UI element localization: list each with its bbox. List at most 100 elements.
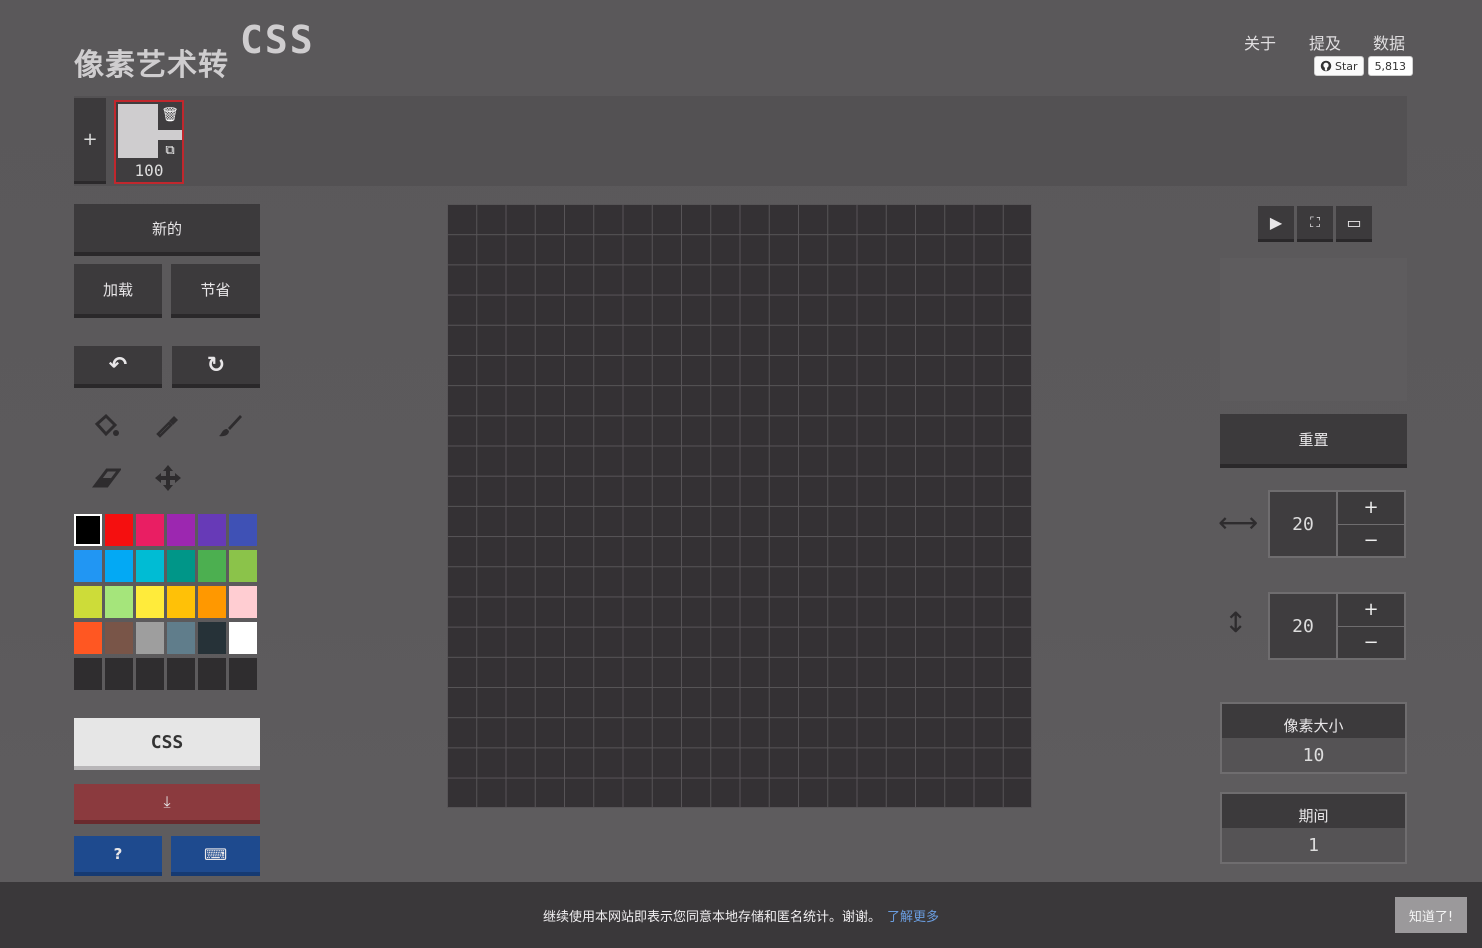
cookie-accept-button[interactable]: 知道了! xyxy=(1395,897,1467,933)
github-star-count[interactable]: 5,813 xyxy=(1367,56,1414,76)
keyboard-icon: ⌨ xyxy=(203,844,228,864)
undo-icon: ↶ xyxy=(108,352,128,378)
color-swatch[interactable] xyxy=(136,622,164,654)
reset-button[interactable]: 重置 xyxy=(1220,414,1407,468)
color-swatch[interactable] xyxy=(167,658,195,690)
color-swatch[interactable] xyxy=(74,550,102,582)
color-swatch[interactable] xyxy=(105,514,133,546)
duplicate-icon[interactable]: ⧉ xyxy=(160,140,180,160)
height-stepper: 20 + − xyxy=(1268,592,1406,660)
github-star-button[interactable]: Star xyxy=(1314,56,1364,76)
color-swatch[interactable] xyxy=(105,622,133,654)
play-button[interactable]: ▶ xyxy=(1258,206,1294,242)
nav-mentions[interactable]: 提及 xyxy=(1309,30,1341,54)
eyedropper-tool[interactable] xyxy=(148,406,188,446)
play-icon: ▶ xyxy=(1269,213,1283,232)
width-stepper: 20 + − xyxy=(1268,490,1406,558)
color-swatch[interactable] xyxy=(167,514,195,546)
fit-icon: ⛶ xyxy=(1310,214,1320,231)
eraser-tool[interactable] xyxy=(86,458,126,498)
eraser-icon xyxy=(92,468,121,488)
pixel-size-value[interactable]: 10 xyxy=(1222,738,1405,772)
nav-data[interactable]: 数据 xyxy=(1373,30,1405,54)
width-arrows-icon: ⟷ xyxy=(1218,506,1259,539)
width-decrease-button[interactable]: − xyxy=(1338,525,1404,557)
color-swatch[interactable] xyxy=(229,622,257,654)
color-swatch[interactable] xyxy=(229,586,257,618)
add-frame-button[interactable]: + xyxy=(74,98,106,184)
brush-icon xyxy=(219,415,242,437)
undo-button[interactable]: ↶ xyxy=(74,346,162,388)
color-swatch[interactable] xyxy=(74,586,102,618)
color-palette xyxy=(74,514,257,690)
frames-strip xyxy=(74,96,1407,186)
color-swatch[interactable] xyxy=(136,586,164,618)
fullscreen-icon: ▭ xyxy=(1346,213,1362,232)
move-icon xyxy=(155,465,181,491)
fullscreen-button[interactable]: ▭ xyxy=(1336,206,1372,242)
learn-more-link[interactable]: 了解更多 xyxy=(887,906,939,925)
github-star-widget: Star 5,813 xyxy=(1314,56,1414,76)
color-swatch[interactable] xyxy=(167,622,195,654)
duration-label: 期间 xyxy=(1298,807,1329,825)
color-swatch[interactable] xyxy=(229,514,257,546)
drawing-canvas[interactable] xyxy=(447,204,1032,808)
color-swatch[interactable] xyxy=(198,550,226,582)
redo-icon: ↻ xyxy=(206,352,226,378)
color-swatch[interactable] xyxy=(74,622,102,654)
github-icon xyxy=(1320,60,1332,72)
css-button[interactable]: CSS xyxy=(74,718,260,770)
width-value[interactable]: 20 xyxy=(1270,492,1338,556)
cookie-banner: 继续使用本网站即表示您同意本地存储和匿名统计。谢谢。 了解更多 xyxy=(0,882,1482,948)
color-swatch[interactable] xyxy=(167,550,195,582)
frame-preview xyxy=(118,104,158,158)
frame-percent-label: 100 xyxy=(134,161,164,180)
color-swatch[interactable] xyxy=(229,550,257,582)
save-button[interactable]: 节省 xyxy=(171,264,260,318)
fit-button[interactable]: ⛶ xyxy=(1297,206,1333,242)
logo-css: CSS xyxy=(240,18,315,62)
color-swatch[interactable] xyxy=(198,658,226,690)
height-value[interactable]: 20 xyxy=(1270,594,1338,658)
help-button[interactable]: ? xyxy=(74,836,162,876)
duration-field[interactable]: 期间 1 xyxy=(1220,792,1407,864)
frame-thumbnail[interactable]: 🗑 ⧉ 100 xyxy=(114,100,184,184)
width-increase-button[interactable]: + xyxy=(1338,492,1404,525)
pixel-size-field[interactable]: 像素大小 10 xyxy=(1220,702,1407,774)
color-swatch[interactable] xyxy=(198,622,226,654)
height-decrease-button[interactable]: − xyxy=(1338,627,1404,659)
color-swatch[interactable] xyxy=(198,514,226,546)
download-icon: ⤓ xyxy=(163,792,171,811)
bucket-tool[interactable] xyxy=(86,406,126,446)
cookie-message: 继续使用本网站即表示您同意本地存储和匿名统计。谢谢。 xyxy=(542,909,881,925)
github-star-label: Star xyxy=(1335,59,1358,73)
load-button[interactable]: 加载 xyxy=(74,264,162,318)
duration-value[interactable]: 1 xyxy=(1222,828,1405,862)
nav-about[interactable]: 关于 xyxy=(1244,30,1276,54)
color-swatch[interactable] xyxy=(74,658,102,690)
keyboard-shortcuts-button[interactable]: ⌨ xyxy=(171,836,260,876)
color-swatch[interactable] xyxy=(105,550,133,582)
color-swatch[interactable] xyxy=(105,586,133,618)
color-swatch[interactable] xyxy=(167,586,195,618)
color-swatch[interactable] xyxy=(229,658,257,690)
redo-button[interactable]: ↻ xyxy=(172,346,260,388)
color-swatch[interactable] xyxy=(74,514,102,546)
color-swatch[interactable] xyxy=(105,658,133,690)
animation-preview xyxy=(1220,258,1407,401)
color-swatch[interactable] xyxy=(136,514,164,546)
brush-tool[interactable] xyxy=(210,406,250,446)
color-swatch[interactable] xyxy=(136,658,164,690)
trash-icon[interactable]: 🗑 xyxy=(160,104,180,126)
logo-text: 像素艺术转 xyxy=(74,48,229,83)
new-button[interactable]: 新的 xyxy=(74,204,260,256)
move-tool[interactable] xyxy=(148,458,188,498)
bucket-icon xyxy=(94,413,119,437)
color-swatch[interactable] xyxy=(136,550,164,582)
download-button[interactable]: ⤓ xyxy=(74,784,260,824)
frame-preview-extra xyxy=(158,130,182,140)
eyedropper-icon xyxy=(156,416,178,438)
pixel-size-label: 像素大小 xyxy=(1283,717,1344,735)
color-swatch[interactable] xyxy=(198,586,226,618)
height-increase-button[interactable]: + xyxy=(1338,594,1404,627)
